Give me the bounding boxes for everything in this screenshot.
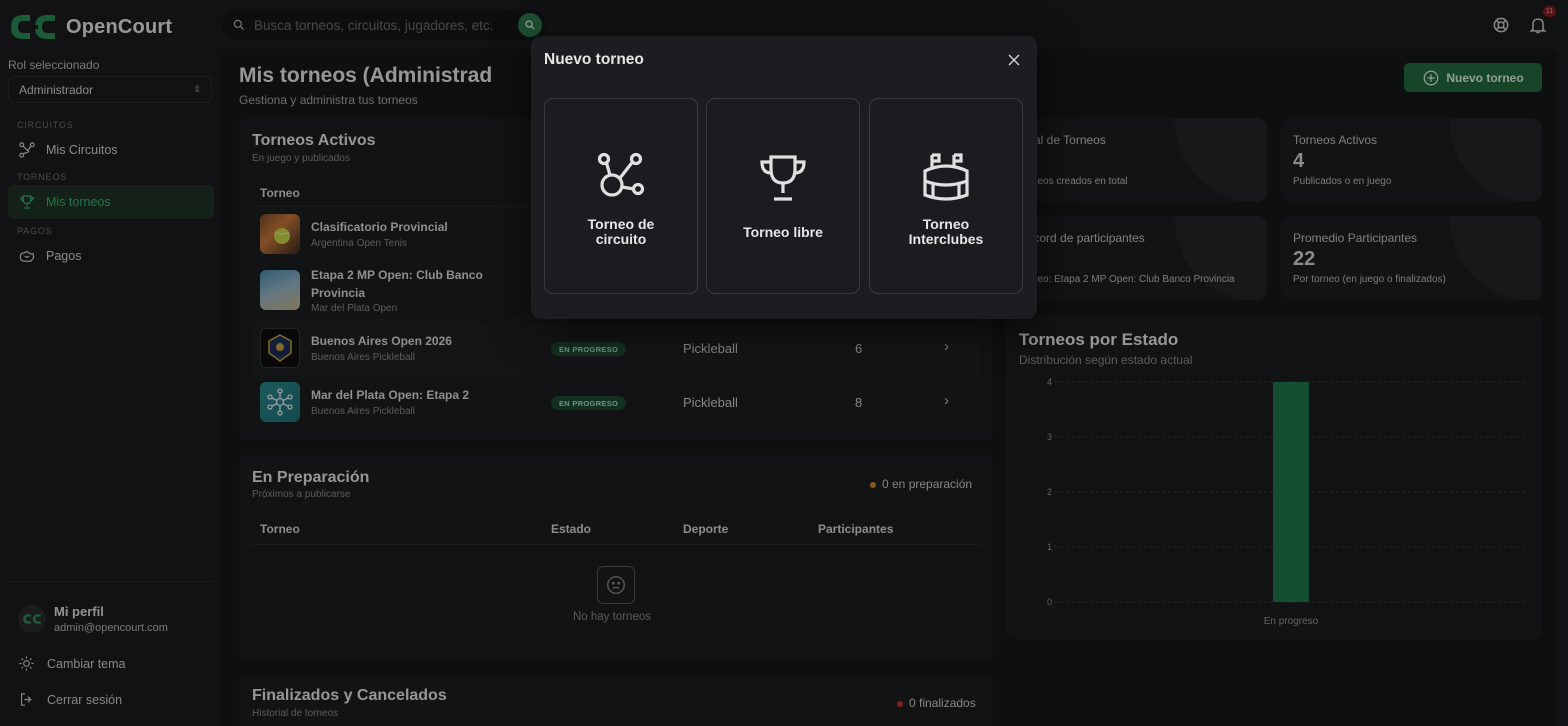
trophy-icon xyxy=(760,155,806,201)
stadium-icon xyxy=(923,153,969,201)
option-free-tournament[interactable]: Torneo libre xyxy=(706,98,860,294)
close-icon[interactable] xyxy=(1007,53,1021,67)
option-label: Torneo de xyxy=(587,216,655,232)
circuit-icon xyxy=(597,152,645,197)
option-label-line2: circuito xyxy=(595,231,647,247)
new-tournament-modal: Nuevo torneo Torneo de circuito Torneo l… xyxy=(531,36,1037,319)
modal-title: Nuevo torneo xyxy=(544,51,644,68)
option-label-line2: Interclubes xyxy=(908,231,984,247)
option-label: Torneo libre xyxy=(743,224,823,240)
option-circuit-tournament[interactable]: Torneo de circuito xyxy=(544,98,698,294)
option-interclub-tournament[interactable]: Torneo Interclubes xyxy=(869,98,1023,294)
option-label: Torneo xyxy=(922,216,970,232)
